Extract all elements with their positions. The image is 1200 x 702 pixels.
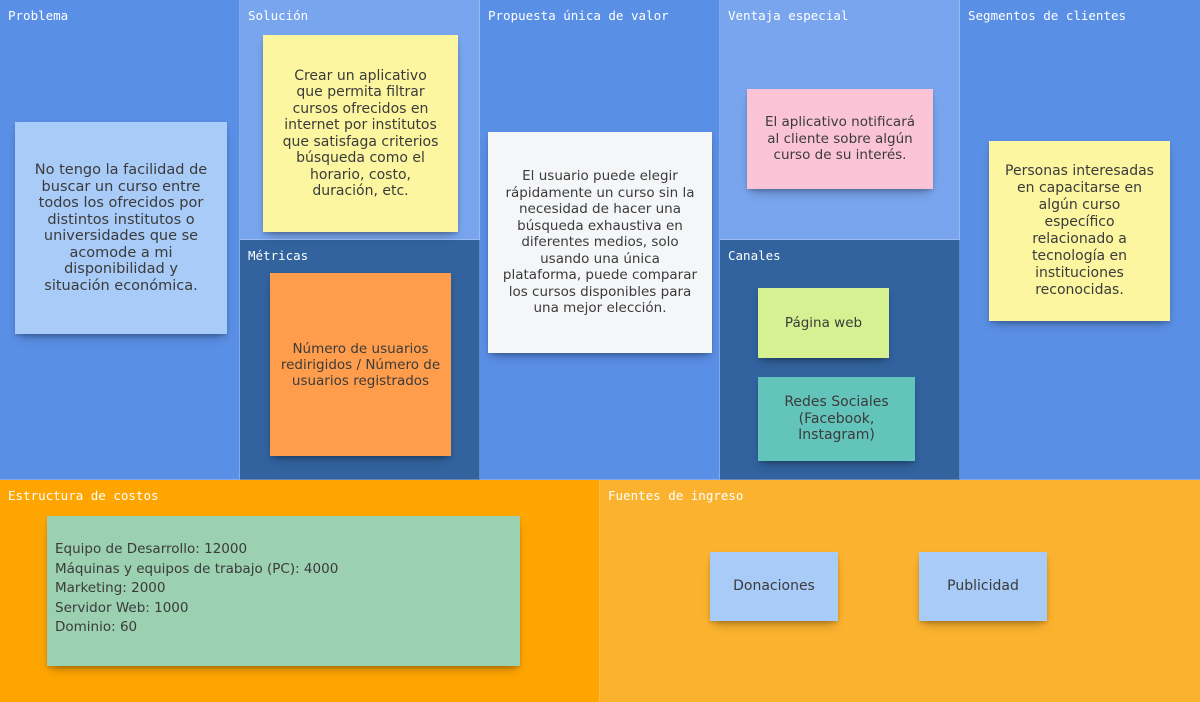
sticky-note-redes-sociales[interactable]: Redes Sociales (Facebook, Instagram) <box>758 377 915 461</box>
sticky-note-publicidad[interactable]: Publicidad <box>919 552 1047 621</box>
section-title-fuentes-ingreso: Fuentes de ingreso <box>608 488 744 503</box>
section-title-ventaja-especial: Ventaja especial <box>728 8 849 23</box>
sticky-note-segmentos-clientes[interactable]: Personas interesadas en capacitarse en a… <box>989 141 1170 321</box>
section-title-propuesta-valor: Propuesta única de valor <box>488 8 669 23</box>
section-title-metricas: Métricas <box>248 248 309 263</box>
sticky-note-problema[interactable]: No tengo la facilidad de buscar un curso… <box>15 122 227 334</box>
sticky-note-ventaja-especial[interactable]: El aplicativo notificará al cliente sobr… <box>747 89 933 189</box>
sticky-note-estructura-costos[interactable]: Equipo de Desarrollo: 12000 Máquinas y e… <box>47 516 520 666</box>
sticky-note-pagina-web[interactable]: Página web <box>758 288 889 358</box>
sticky-note-donaciones[interactable]: Donaciones <box>710 552 838 621</box>
sticky-note-solucion[interactable]: Crear un aplicativo que permita filtrar … <box>263 35 458 232</box>
section-title-problema: Problema <box>8 8 69 23</box>
section-title-segmentos-clientes: Segmentos de clientes <box>968 8 1127 23</box>
section-fuentes-ingreso: Fuentes de ingreso <box>600 480 1200 702</box>
section-title-canales: Canales <box>728 248 781 263</box>
sticky-note-metricas[interactable]: Número de usuarios redirigidos / Número … <box>270 273 451 456</box>
sticky-note-propuesta-valor[interactable]: El usuario puede elegir rápidamente un c… <box>488 132 712 353</box>
section-title-solucion: Solución <box>248 8 309 23</box>
section-title-estructura-costos: Estructura de costos <box>8 488 159 503</box>
lean-canvas-board: Problema Solución Métricas Propuesta úni… <box>0 0 1200 702</box>
